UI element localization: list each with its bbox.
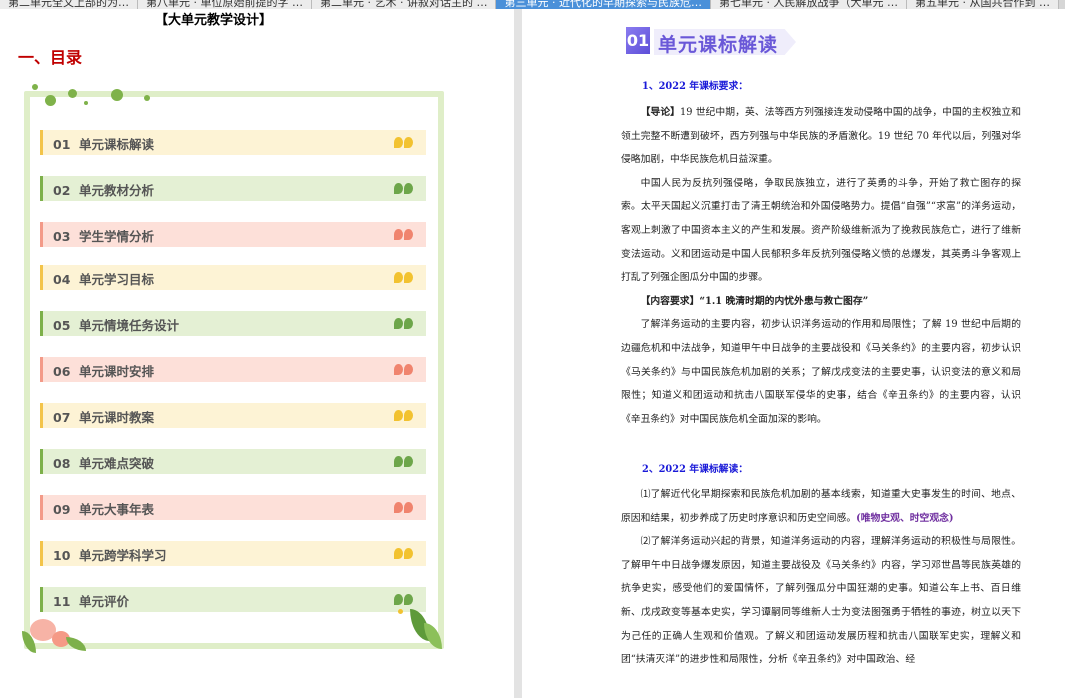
toc-number: 04 bbox=[53, 272, 71, 287]
paragraph-4: ⑴了解近代化早期探索和民族危机加剧的基本线索，知道重大史事发生的时间、地点、原因… bbox=[621, 489, 1021, 524]
quote-mark-icon bbox=[394, 502, 414, 513]
page-gutter bbox=[514, 9, 522, 698]
document-tab[interactable]: 第二单元 · 艺术 · 讲叙对话主的 … bbox=[312, 0, 497, 9]
document-tab[interactable]: 第二单元全文上部的为… bbox=[0, 0, 138, 9]
toc-label: 单元大事年表 bbox=[79, 502, 155, 517]
toc-number: 01 bbox=[53, 137, 71, 152]
right-page: 01 单元课标解读 1、2022 年课标要求： 【导论】19 世纪中期，英、法等… bbox=[522, 9, 1065, 698]
toc-label: 单元课时教案 bbox=[79, 410, 155, 425]
toc-item-01[interactable]: 01 单元课标解读 bbox=[40, 130, 426, 155]
document-tab[interactable]: 第七单元 · 人民解放战争（大单元 … bbox=[710, 0, 907, 9]
toc-number: 05 bbox=[53, 318, 71, 333]
toc-item-11[interactable]: 11 单元评价 bbox=[40, 587, 426, 612]
quote-mark-icon bbox=[394, 318, 414, 329]
toc-label: 单元教材分析 bbox=[79, 183, 155, 198]
quote-mark-icon bbox=[394, 456, 414, 467]
heading-2: 2、2022 年课标解读： bbox=[642, 464, 749, 475]
interpretation-block: ⑴了解近代化早期探索和民族危机加剧的基本线索，知道重大史事发生的时间、地点、原因… bbox=[621, 483, 1021, 672]
toc-item-08[interactable]: 08 单元难点突破 bbox=[40, 449, 426, 474]
toc-item-05[interactable]: 05 单元情境任务设计 bbox=[40, 311, 426, 336]
toc-item-02[interactable]: 02 单元教材分析 bbox=[40, 176, 426, 201]
toc-item-10[interactable]: 10 单元跨学科学习 bbox=[40, 541, 426, 566]
left-page: 【大单元教学设计】 一、目录 01 单元课标解读 02 单元教材分析 03 学生学情分… bbox=[0, 9, 514, 698]
quote-mark-icon bbox=[394, 229, 414, 240]
toc-item-04[interactable]: 04 单元学习目标 bbox=[40, 265, 426, 290]
toc-item-03[interactable]: 03 学生学情分析 bbox=[40, 222, 426, 247]
toc-item-06[interactable]: 06 单元课时安排 bbox=[40, 357, 426, 382]
banner-title: 单元课标解读 bbox=[658, 34, 779, 56]
content-requirement-label: 【内容要求】“1.1 晚清时期的内忧外患与救亡图存” bbox=[640, 295, 869, 307]
document-title: 【大单元教学设计】 bbox=[155, 13, 273, 28]
document-tab-active[interactable]: 第三单元 · 近代化的早期探索与民族危… bbox=[496, 0, 711, 9]
toc-number: 07 bbox=[53, 410, 71, 425]
quote-mark-icon bbox=[394, 272, 414, 283]
quote-mark-icon bbox=[394, 410, 414, 421]
paragraph-5: ⑵了解洋务运动兴起的背景，知道洋务运动的内容，理解洋务运动的积极性与局限性。了解… bbox=[621, 536, 1021, 666]
document-tab[interactable]: 第五单元 · 从国共合作到 … bbox=[906, 0, 1059, 9]
toc-number: 03 bbox=[53, 229, 71, 244]
document-tab-bar: 第二单元全文上部的为… 第八单元 · 单位原始前提的字 … 第二单元 · 艺术 · … bbox=[0, 0, 1065, 9]
toc-number: 09 bbox=[53, 502, 71, 517]
toc-label: 单元课标解读 bbox=[79, 137, 155, 152]
decor-dot bbox=[398, 609, 403, 614]
quote-mark-icon bbox=[394, 183, 414, 194]
quote-mark-icon bbox=[394, 137, 414, 148]
intro-block: 【导论】19 世纪中期，英、法等西方列强接连发动侵略中国的战争，中国的主权独立和… bbox=[621, 101, 1021, 431]
decor-dot bbox=[84, 101, 88, 105]
heading-1: 1、2022 年课标要求： bbox=[642, 81, 749, 92]
toc-item-09[interactable]: 09 单元大事年表 bbox=[40, 495, 426, 520]
toc-item-07[interactable]: 07 单元课时教案 bbox=[40, 403, 426, 428]
toc-label: 学生学情分析 bbox=[79, 229, 155, 244]
toc-number: 02 bbox=[53, 183, 71, 198]
toc-number: 10 bbox=[53, 548, 71, 563]
section-banner: 01 单元课标解读 bbox=[626, 25, 804, 57]
decor-dot bbox=[68, 89, 77, 98]
quote-mark-icon bbox=[394, 548, 414, 559]
toc-label: 单元跨学科学习 bbox=[79, 548, 167, 563]
decor-dot bbox=[144, 95, 150, 101]
toc-label: 单元评价 bbox=[79, 594, 130, 609]
literacy-tag: (唯物史观、时空观念) bbox=[856, 512, 954, 524]
toc-label: 单元情境任务设计 bbox=[79, 318, 180, 333]
toc-label: 单元课时安排 bbox=[79, 364, 155, 379]
quote-mark-icon bbox=[394, 594, 414, 605]
document-tab[interactable]: 第八单元 · 单位原始前提的字 … bbox=[138, 0, 312, 9]
decor-dot bbox=[111, 89, 123, 101]
intro-text: 19 世纪中期，英、法等西方列强接连发动侵略中国的战争，中国的主权独立和领土完整… bbox=[621, 107, 1022, 166]
toc-number: 08 bbox=[53, 456, 71, 471]
toc-label: 单元学习目标 bbox=[79, 272, 155, 287]
section-title: 一、目录 bbox=[18, 48, 83, 67]
paragraph-2: 中国人民为反抗列强侵略，争取民族独立，进行了英勇的斗争，开始了救亡图存的探索。太… bbox=[621, 177, 1021, 284]
intro-label: 【导论】 bbox=[640, 107, 681, 118]
toc-label: 单元难点突破 bbox=[79, 456, 155, 471]
toc-number: 11 bbox=[53, 594, 71, 609]
paragraph-3: 了解洋务运动的主要内容，初步认识洋务运动的作用和局限性；了解 19 世纪中后期的… bbox=[621, 319, 1021, 425]
quote-mark-icon bbox=[394, 364, 414, 375]
decor-dot bbox=[32, 84, 38, 90]
decor-dot bbox=[45, 95, 56, 106]
toc-number: 06 bbox=[53, 364, 71, 379]
banner-number: 01 bbox=[626, 27, 650, 54]
